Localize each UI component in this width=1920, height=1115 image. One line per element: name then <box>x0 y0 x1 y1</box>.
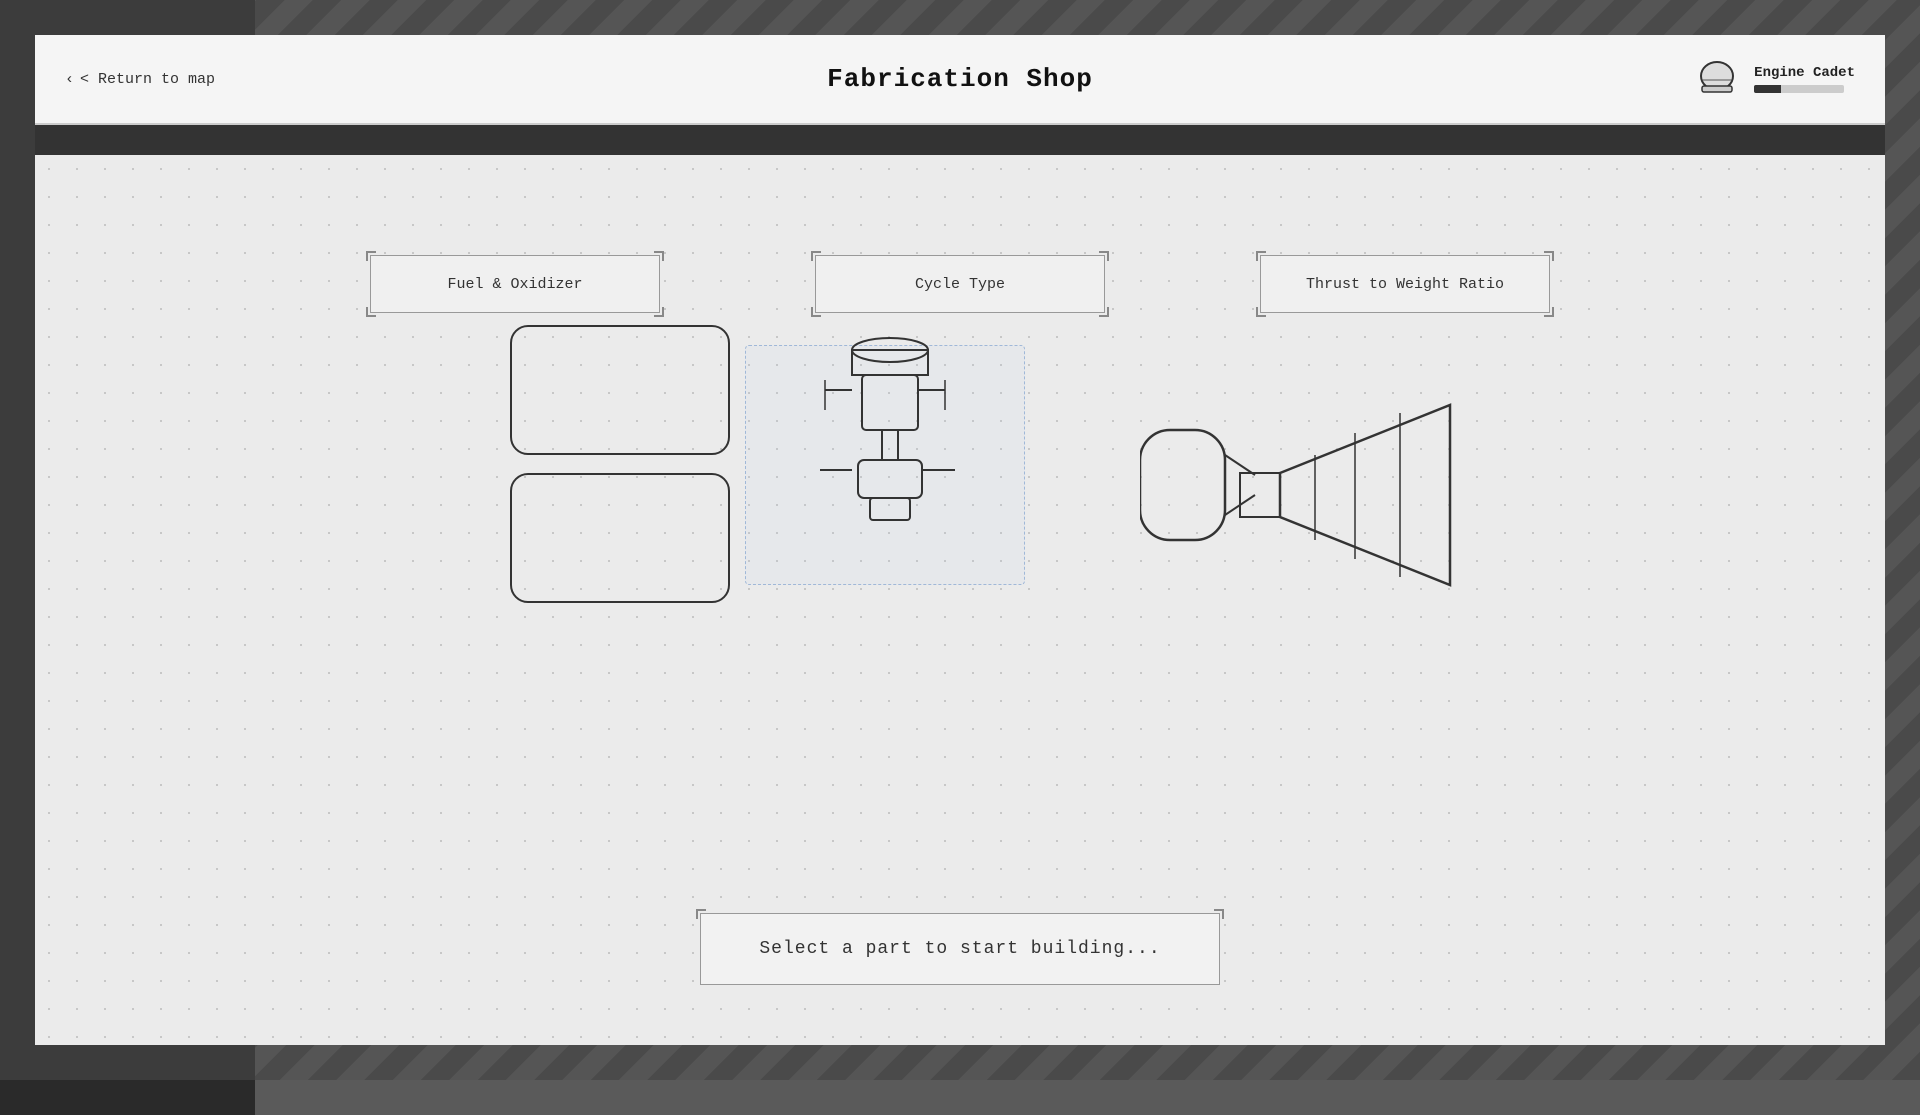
header: ‹ < Return to map Fabrication Shop Engin… <box>35 35 1885 125</box>
corner-bl <box>1256 307 1266 317</box>
return-arrow-icon: ‹ <box>65 71 74 88</box>
page-title: Fabrication Shop <box>827 64 1093 94</box>
corner-br <box>654 307 664 317</box>
turbopump-area[interactable] <box>790 315 990 595</box>
user-name: Engine Cadet <box>1754 65 1855 81</box>
corner-bl <box>366 307 376 317</box>
user-progress-fill <box>1754 85 1781 93</box>
category-thrust-weight-label: Thrust to Weight Ratio <box>1306 276 1504 293</box>
corner-br <box>1544 307 1554 317</box>
corner-tr <box>1544 251 1554 261</box>
main-content: Fuel & Oxidizer Cycle Type Thrust to Wei… <box>35 155 1885 1045</box>
tank-box-top[interactable] <box>510 325 730 455</box>
user-progress-bar <box>1754 85 1844 93</box>
turbopump-svg <box>790 315 990 595</box>
category-thrust-weight[interactable]: Thrust to Weight Ratio <box>1260 255 1550 313</box>
corner-tr <box>654 251 664 261</box>
dark-strip <box>35 125 1885 155</box>
nozzle-area[interactable] <box>1140 355 1460 615</box>
category-fuel-oxidizer[interactable]: Fuel & Oxidizer <box>370 255 660 313</box>
tank-box-bottom[interactable] <box>510 473 730 603</box>
category-cycle-type-label: Cycle Type <box>915 276 1005 293</box>
tank-area <box>510 325 730 603</box>
return-label: < Return to map <box>80 71 215 88</box>
corner-br <box>1099 307 1109 317</box>
return-to-map-button[interactable]: ‹ < Return to map <box>65 71 215 88</box>
category-cycle-type[interactable]: Cycle Type <box>815 255 1105 313</box>
user-info: Engine Cadet <box>1692 60 1855 98</box>
engine-assembly <box>510 325 1410 675</box>
main-window: ‹ < Return to map Fabrication Shop Engin… <box>35 35 1885 1045</box>
corner-tl <box>366 251 376 261</box>
corner-tr <box>1099 251 1109 261</box>
avatar <box>1692 60 1742 98</box>
category-fuel-oxidizer-label: Fuel & Oxidizer <box>447 276 582 293</box>
corner-tl <box>811 251 821 261</box>
user-details: Engine Cadet <box>1754 65 1855 93</box>
status-message: Select a part to start building... <box>759 939 1160 959</box>
status-corner-tl <box>696 909 706 919</box>
status-corner-tr <box>1214 909 1224 919</box>
corner-tl <box>1256 251 1266 261</box>
status-bar: Select a part to start building... <box>700 913 1220 985</box>
nozzle-svg <box>1140 355 1460 635</box>
